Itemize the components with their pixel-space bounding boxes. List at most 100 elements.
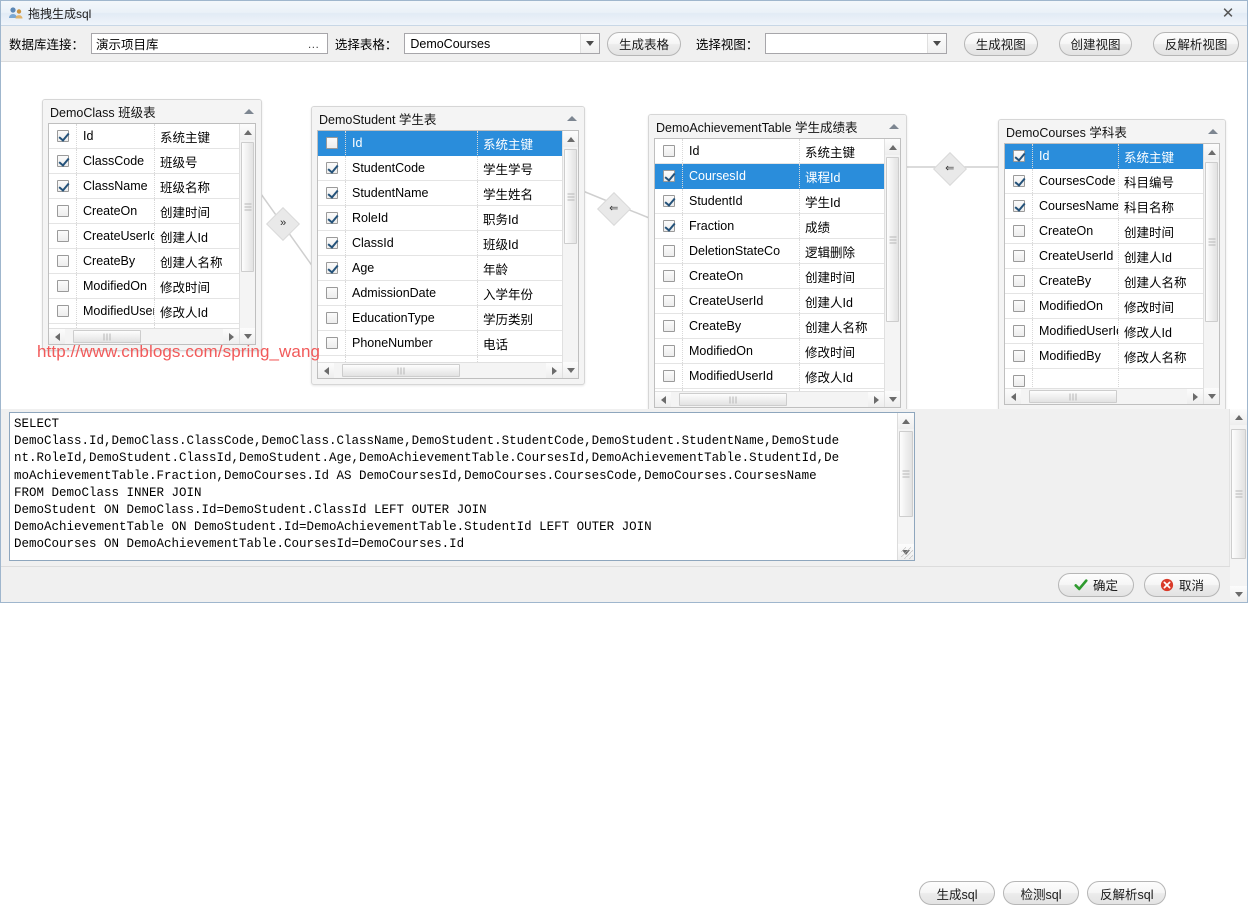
scroll-thumb[interactable] — [886, 157, 899, 322]
scroll-thumb[interactable] — [1029, 390, 1117, 403]
column-grid[interactable]: Id 系统主键 CoursesId 课程Id StudentId 学生Id Fr… — [654, 138, 901, 408]
table-row[interactable]: StudentId 学生Id — [655, 189, 884, 214]
scroll-right-icon[interactable] — [868, 392, 884, 407]
scroll-down-icon[interactable] — [1204, 388, 1219, 404]
scroll-track[interactable] — [898, 429, 914, 544]
column-checkbox-cell[interactable] — [318, 281, 346, 305]
column-checkbox-cell[interactable] — [1005, 194, 1033, 218]
checkbox-icon[interactable] — [325, 237, 338, 249]
checkbox-icon[interactable] — [56, 155, 69, 167]
column-checkbox-cell[interactable] — [1005, 294, 1033, 318]
column-checkbox-cell[interactable] — [318, 206, 346, 230]
grid-horizontal-scrollbar[interactable] — [655, 391, 884, 407]
column-checkbox-cell[interactable] — [318, 156, 346, 180]
table-panel-democlass[interactable]: DemoClass 班级表 Id 系统主键 ClassCode 班级号 Clas… — [42, 99, 262, 351]
checkbox-icon[interactable] — [325, 137, 338, 149]
grid-horizontal-scrollbar[interactable] — [1005, 388, 1203, 404]
scroll-right-icon[interactable] — [1187, 389, 1203, 404]
grid-vertical-scrollbar[interactable] — [884, 139, 900, 407]
checkbox-icon[interactable] — [662, 245, 675, 257]
checkbox-icon[interactable] — [1012, 325, 1025, 337]
column-checkbox-cell[interactable] — [655, 139, 683, 163]
scroll-track[interactable] — [240, 140, 255, 328]
close-icon[interactable]: ✕ — [1213, 2, 1243, 24]
checkbox-icon[interactable] — [662, 170, 675, 182]
collapse-chevron-up-icon[interactable] — [886, 119, 902, 135]
table-row[interactable]: ModifiedUserId 修改人Id — [655, 364, 884, 389]
collapse-chevron-up-icon[interactable] — [241, 104, 257, 120]
scroll-thumb[interactable] — [1231, 429, 1246, 559]
scroll-up-icon[interactable] — [885, 139, 900, 155]
table-row[interactable]: Id 系统主键 — [318, 131, 562, 156]
checkbox-icon[interactable] — [662, 345, 675, 357]
column-checkbox-cell[interactable] — [49, 299, 77, 323]
checkbox-icon[interactable] — [1012, 300, 1025, 312]
checkbox-icon[interactable] — [662, 195, 675, 207]
sql-vertical-scrollbar[interactable] — [897, 413, 914, 560]
column-checkbox-cell[interactable] — [49, 199, 77, 223]
table-row[interactable]: ModifiedBy 修改人名称 — [1005, 344, 1203, 369]
table-row[interactable]: CreateUserId 创建人Id — [49, 224, 239, 249]
table-row[interactable]: ModifiedUserId 修改人Id — [49, 299, 239, 324]
checkbox-icon[interactable] — [1012, 375, 1025, 387]
checkbox-icon[interactable] — [56, 255, 69, 267]
column-checkbox-cell[interactable] — [318, 306, 346, 330]
checkbox-icon[interactable] — [325, 187, 338, 199]
grid-vertical-scrollbar[interactable] — [1203, 144, 1219, 404]
checkbox-icon[interactable] — [1012, 275, 1025, 287]
table-row[interactable]: Id 系统主键 — [655, 139, 884, 164]
table-row[interactable]: CreateBy 创建人名称 — [49, 249, 239, 274]
scroll-down-icon[interactable] — [1230, 586, 1247, 602]
checkbox-icon[interactable] — [325, 212, 338, 224]
table-panel-header[interactable]: DemoAchievementTable 学生成绩表 — [649, 115, 906, 138]
column-checkbox-cell[interactable] — [1005, 244, 1033, 268]
create-view-button[interactable]: 创建视图 — [1058, 31, 1133, 56]
scroll-track[interactable] — [1021, 389, 1187, 404]
column-checkbox-cell[interactable] — [655, 339, 683, 363]
table-panel-header[interactable]: DemoStudent 学生表 — [312, 107, 584, 130]
generate-sql-button[interactable]: 生成sql — [919, 881, 995, 905]
sql-textarea[interactable]: SELECT DemoClass.Id,DemoClass.ClassCode,… — [9, 412, 915, 561]
cancel-button[interactable]: 取消 — [1144, 572, 1220, 597]
checkbox-icon[interactable] — [1012, 175, 1025, 187]
column-checkbox-cell[interactable] — [655, 264, 683, 288]
table-row[interactable]: StudentCode 学生学号 — [318, 156, 562, 181]
column-checkbox-cell[interactable] — [49, 249, 77, 273]
table-row[interactable]: Fraction 成绩 — [655, 214, 884, 239]
checkbox-icon[interactable] — [325, 287, 338, 299]
column-checkbox-cell[interactable] — [49, 124, 77, 148]
scroll-left-icon[interactable] — [318, 363, 334, 378]
checkbox-icon[interactable] — [325, 262, 338, 274]
grid-horizontal-scrollbar[interactable] — [318, 362, 562, 378]
table-row[interactable]: CreateUserId 创建人Id — [1005, 244, 1203, 269]
column-grid[interactable]: Id 系统主键 CoursesCode 科目编号 CoursesName 科目名… — [1004, 143, 1220, 405]
scroll-right-icon[interactable] — [546, 363, 562, 378]
table-row[interactable]: CreateOn 创建时间 — [49, 199, 239, 224]
table-row[interactable]: CreateBy 创建人名称 — [655, 314, 884, 339]
table-panel-demostudent[interactable]: DemoStudent 学生表 Id 系统主键 StudentCode 学生学号… — [311, 106, 585, 385]
table-row[interactable]: ModifiedOn 修改时间 — [655, 339, 884, 364]
table-row[interactable]: AdmissionDate 入学年份 — [318, 281, 562, 306]
table-row[interactable]: Age 年龄 — [318, 256, 562, 281]
table-row[interactable]: RoleId 职务Id — [318, 206, 562, 231]
collapse-chevron-up-icon[interactable] — [564, 111, 580, 127]
scroll-thumb[interactable] — [1205, 162, 1218, 322]
column-checkbox-cell[interactable] — [1005, 169, 1033, 193]
checkbox-icon[interactable] — [56, 130, 69, 142]
checkbox-icon[interactable] — [662, 320, 675, 332]
checkbox-icon[interactable] — [662, 220, 675, 232]
column-checkbox-cell[interactable] — [655, 189, 683, 213]
table-row[interactable]: StudentName 学生姓名 — [318, 181, 562, 206]
checkbox-icon[interactable] — [1012, 350, 1025, 362]
checkbox-icon[interactable] — [56, 180, 69, 192]
table-row[interactable]: Id 系统主键 — [49, 124, 239, 149]
scroll-up-icon[interactable] — [240, 124, 255, 140]
column-grid[interactable]: Id 系统主键 ClassCode 班级号 ClassName 班级名称 Cre… — [48, 123, 256, 345]
scroll-up-icon[interactable] — [563, 131, 578, 147]
scroll-left-icon[interactable] — [655, 392, 671, 407]
checkbox-icon[interactable] — [662, 295, 675, 307]
table-panel-header[interactable]: DemoCourses 学科表 — [999, 120, 1225, 143]
column-checkbox-cell[interactable] — [318, 181, 346, 205]
table-row[interactable]: ModifiedOn 修改时间 — [49, 274, 239, 299]
select-view-combobox[interactable] — [765, 33, 947, 54]
